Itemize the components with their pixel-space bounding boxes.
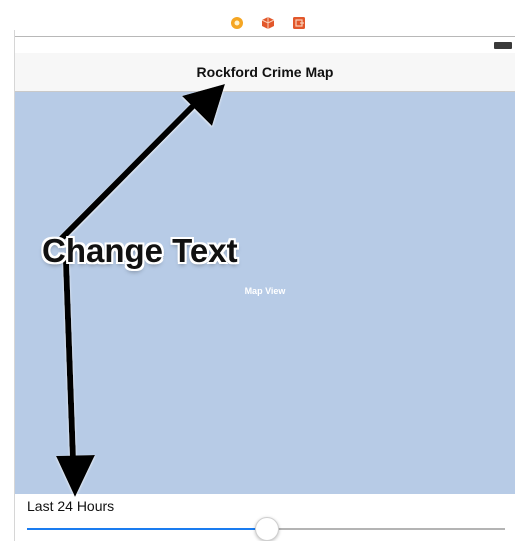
arrow-to-title — [59, 84, 225, 241]
annotation-arrows — [56, 84, 225, 497]
annotation-text: Change Text — [42, 232, 238, 269]
arrow-to-label — [56, 259, 95, 497]
